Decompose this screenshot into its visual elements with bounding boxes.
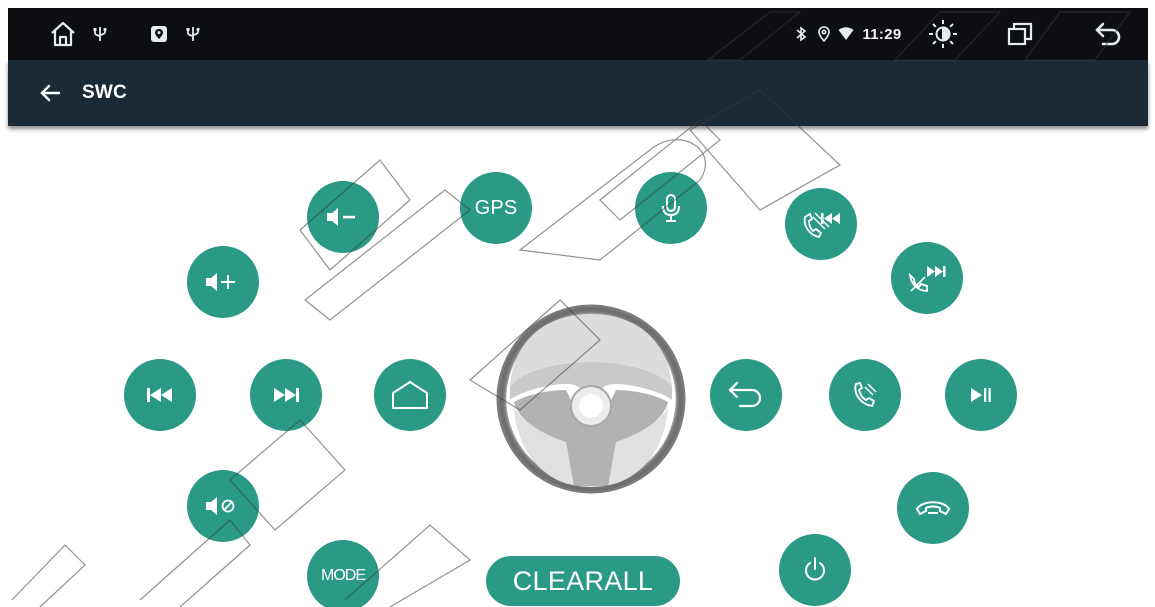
volume-down-button[interactable] xyxy=(307,181,379,253)
next-track-icon xyxy=(274,388,299,402)
status-time: 11:29 xyxy=(862,25,902,43)
call-next-button[interactable] xyxy=(891,242,963,314)
gps-label: GPS xyxy=(474,196,518,219)
brightness-icon[interactable] xyxy=(926,8,960,60)
play-pause-icon xyxy=(971,388,991,402)
call-button[interactable] xyxy=(829,359,901,431)
screen: 11:29 SWC GPS MODE CLEARALL xyxy=(0,0,1155,607)
volume-down-icon xyxy=(327,208,355,226)
hang-up-button[interactable] xyxy=(897,472,969,544)
bluetooth-icon xyxy=(793,8,809,60)
home-button[interactable] xyxy=(374,359,446,431)
page-title: SWC xyxy=(82,82,127,103)
location-icon xyxy=(816,8,832,60)
usb-icon xyxy=(183,8,203,60)
steering-wheel-icon xyxy=(496,304,686,494)
steering-wheel xyxy=(494,302,688,496)
call-next-track-icon xyxy=(908,266,946,292)
voice-button[interactable] xyxy=(635,172,707,244)
status-bar: 11:29 xyxy=(8,8,1148,60)
volume-up-button[interactable] xyxy=(187,246,259,318)
clear-all-button[interactable]: CLEARALL xyxy=(486,556,680,606)
phone-call-icon xyxy=(854,381,877,408)
power-icon xyxy=(805,557,825,581)
back-icon[interactable] xyxy=(1091,8,1125,60)
mode-label: MODE xyxy=(321,567,366,584)
swc-panel: GPS MODE CLEARALL xyxy=(0,126,1155,607)
call-prev-button[interactable] xyxy=(785,188,857,260)
play-pause-button[interactable] xyxy=(945,359,1017,431)
location-badge-icon xyxy=(148,8,170,60)
title-bar: SWC xyxy=(8,60,1148,126)
call-prev-track-icon xyxy=(803,212,840,239)
clock: 11:29 xyxy=(858,8,906,60)
return-icon xyxy=(728,381,762,408)
power-button[interactable] xyxy=(779,534,851,606)
mode-button[interactable]: MODE xyxy=(307,540,379,607)
volume-up-icon xyxy=(206,273,235,291)
previous-track-button[interactable] xyxy=(124,359,196,431)
hang-up-icon xyxy=(915,501,951,516)
home-icon[interactable] xyxy=(46,8,80,60)
recent-apps-icon[interactable] xyxy=(1003,8,1037,60)
gps-button[interactable]: GPS xyxy=(460,172,532,244)
return-button[interactable] xyxy=(710,359,782,431)
microphone-icon xyxy=(662,194,680,222)
mute-button[interactable] xyxy=(187,470,259,542)
home-outline-icon xyxy=(392,381,428,409)
usb-icon xyxy=(90,8,110,60)
mute-icon xyxy=(206,497,235,515)
arrow-left-icon[interactable] xyxy=(38,81,62,105)
next-track-button[interactable] xyxy=(250,359,322,431)
wifi-icon xyxy=(837,8,855,60)
previous-track-icon xyxy=(147,388,172,402)
